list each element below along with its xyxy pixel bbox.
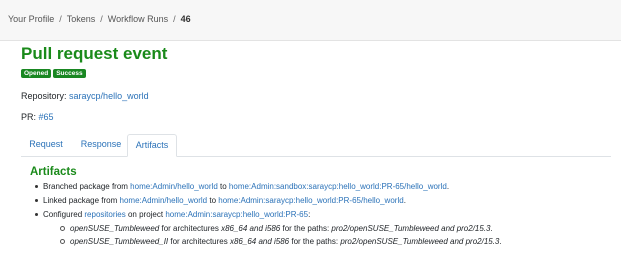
list-item-configured: Configured repositories on project home:…: [35, 210, 310, 219]
repo-for-text: for architectures: [161, 224, 219, 233]
repo-paths: pro2/openSUSE_Tumbleweed and pro2/15.3: [331, 224, 491, 233]
repository-line: Repository: saraycp/hello_world: [21, 91, 149, 101]
breadcrumb: Your Profile / Tokens / Workflow Runs / 46: [8, 14, 191, 24]
repo-archs: x86_64 and i586: [229, 237, 290, 246]
list-item-branched: Branched package from home:Admin/hello_w…: [35, 182, 449, 191]
breadcrumb-separator: /: [100, 14, 103, 24]
repo-end: .: [490, 224, 493, 233]
linked-end: .: [403, 196, 406, 205]
repositories-link[interactable]: repositories: [84, 210, 125, 219]
branched-to-word: to: [220, 182, 227, 191]
tab-response[interactable]: Response: [73, 134, 129, 156]
pr-link[interactable]: #65: [39, 112, 54, 122]
configured-end: :: [308, 210, 311, 219]
pr-label: PR:: [21, 112, 37, 122]
status-badge-opened: Opened: [21, 69, 52, 78]
linked-to-link[interactable]: home:Admin:saraycp:hello_world:PR-65/hel…: [218, 196, 403, 205]
circle-bullet-icon: [60, 239, 65, 245]
repo-paths-text: for the paths:: [291, 237, 339, 246]
tab-artifacts[interactable]: Artifacts: [127, 134, 177, 157]
project-link[interactable]: home:Admin:saraycp:hello_world:PR-65: [165, 210, 308, 219]
tab-bar: Request Response Artifacts: [21, 134, 611, 157]
repo-name: openSUSE_Tumbleweed: [70, 224, 160, 233]
bullet-icon: [35, 199, 38, 203]
branched-end: .: [446, 182, 450, 191]
bullet-icon: [35, 185, 38, 189]
breadcrumb-separator: /: [59, 14, 62, 24]
repo-paths-text: for the paths:: [282, 224, 330, 233]
breadcrumb-separator: /: [173, 14, 176, 24]
configured-prefix: Configured: [43, 210, 83, 219]
repo-for-text: for architectures: [170, 237, 228, 246]
top-bar: Your Profile / Tokens / Workflow Runs / 46: [0, 0, 621, 41]
circle-bullet-icon: [60, 226, 65, 232]
page-title: Pull request event: [21, 44, 168, 63]
branched-from-link[interactable]: home:Admin/hello_world: [130, 182, 218, 191]
list-item-linked: Linked package from home:Admin/hello_wor…: [35, 196, 406, 205]
tab-request[interactable]: Request: [21, 134, 71, 156]
linked-prefix: Linked package from: [43, 196, 118, 205]
pr-line: PR: #65: [21, 112, 54, 122]
repo-paths: pro2/openSUSE_Tumbleweed and pro2/15.3: [340, 237, 500, 246]
repository-link[interactable]: saraycp/hello_world: [69, 91, 149, 101]
repo-end: .: [499, 237, 502, 246]
repo-item: openSUSE_Tumbleweed for architectures x8…: [60, 224, 493, 233]
breadcrumb-current: 46: [180, 14, 191, 24]
linked-to-word: to: [209, 196, 217, 205]
linked-from-link[interactable]: home:Admin/hello_world: [120, 196, 208, 205]
repo-item: openSUSE_Tumbleweed_II for architectures…: [60, 237, 502, 246]
bullet-icon: [35, 213, 38, 217]
status-badge-success: Success: [53, 69, 86, 78]
breadcrumb-tokens[interactable]: Tokens: [67, 14, 96, 24]
repo-archs: x86_64 and i586: [221, 224, 281, 233]
branched-to-link[interactable]: home:Admin:sandbox:saraycp:hello_world:P…: [229, 182, 447, 191]
branched-prefix: Branched package from: [43, 182, 128, 191]
artifacts-heading: Artifacts: [30, 166, 77, 178]
repository-label: Repository:: [21, 91, 67, 101]
configured-middle: on project: [127, 210, 164, 219]
repo-name: openSUSE_Tumbleweed_II: [70, 237, 169, 246]
breadcrumb-workflow-runs[interactable]: Workflow Runs: [108, 14, 168, 24]
status-badges: Opened Success: [21, 69, 86, 78]
breadcrumb-your-profile[interactable]: Your Profile: [8, 14, 54, 24]
